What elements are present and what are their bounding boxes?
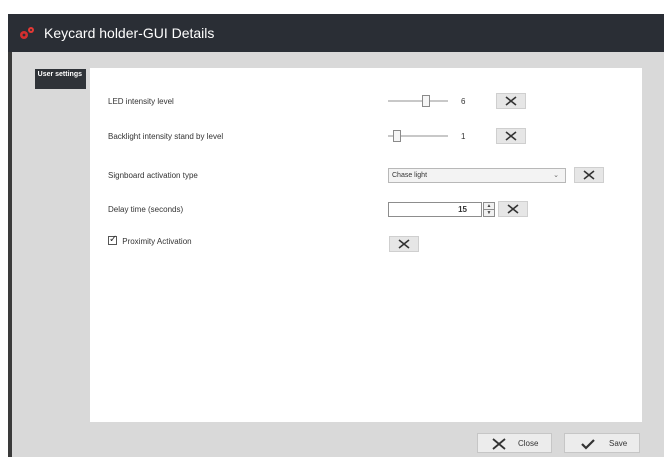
tab-user-settings[interactable]: User settings [35, 69, 86, 89]
proximity-clear-button[interactable] [389, 236, 419, 252]
backlight-intensity-value: 1 [461, 132, 466, 141]
save-button[interactable]: Save [564, 433, 640, 453]
close-button-label: Close [518, 439, 539, 448]
backlight-intensity-label: Backlight intensity stand by level [108, 132, 224, 141]
clear-icon [583, 170, 595, 180]
delay-time-clear-button[interactable] [498, 201, 528, 217]
slider-thumb[interactable] [422, 95, 430, 107]
checkbox-box[interactable]: ✓ [108, 234, 118, 245]
stepper-down-icon[interactable]: ▼ [484, 210, 494, 217]
led-intensity-value: 6 [461, 97, 466, 106]
checkmark-icon: ✓ [109, 234, 118, 245]
led-intensity-clear-button[interactable] [496, 93, 526, 109]
signboard-activation-label: Signboard activation type [108, 171, 198, 180]
close-button[interactable]: Close [477, 433, 552, 453]
delay-time-label: Delay time (seconds) [108, 205, 184, 214]
gears-icon [20, 27, 34, 39]
backlight-intensity-clear-button[interactable] [496, 128, 526, 144]
slider-track [388, 100, 448, 102]
chevron-down-icon: ⌄ [553, 172, 559, 179]
delay-time-input[interactable]: 15 [388, 202, 482, 217]
window-title: Keycard holder-GUI Details [44, 25, 215, 41]
save-button-label: Save [609, 439, 628, 448]
proximity-activation-label: Proximity Activation [122, 237, 192, 246]
clear-icon [505, 96, 517, 106]
led-intensity-label: LED intensity level [108, 97, 174, 106]
clear-icon [507, 204, 519, 214]
content-frame: User settings LED intensity level 6 Back… [8, 52, 664, 457]
left-edge [8, 52, 12, 457]
clear-icon [398, 239, 410, 249]
signboard-activation-clear-button[interactable] [574, 167, 604, 183]
led-intensity-slider[interactable] [388, 95, 448, 107]
close-icon [492, 438, 506, 450]
signboard-activation-select[interactable]: Chase light ⌄ [388, 168, 566, 183]
proximity-activation-checkbox[interactable]: ✓ Proximity Activation [108, 234, 192, 246]
title-bar: Keycard holder-GUI Details [8, 14, 664, 52]
settings-panel: LED intensity level 6 Backlight intensit… [90, 68, 642, 422]
select-value: Chase light [392, 172, 428, 179]
checkmark-icon [581, 439, 595, 450]
backlight-intensity-slider[interactable] [388, 130, 448, 142]
clear-icon [505, 131, 517, 141]
slider-thumb[interactable] [393, 130, 401, 142]
delay-time-stepper[interactable]: ▲ ▼ [483, 202, 495, 217]
